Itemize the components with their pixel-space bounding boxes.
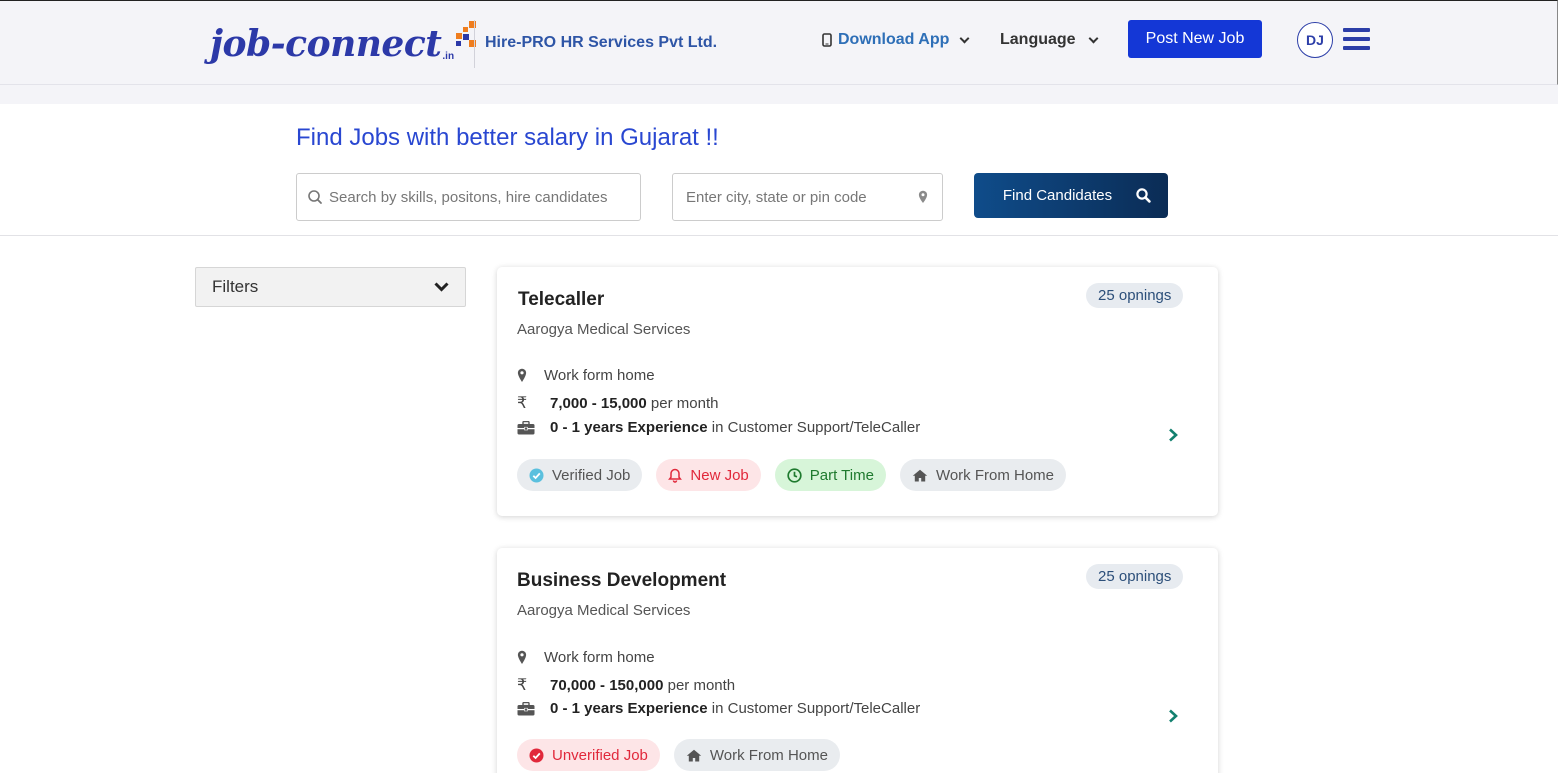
map-pin-icon xyxy=(517,368,544,383)
find-candidates-button[interactable]: Find Candidates xyxy=(974,173,1168,218)
openings-badge: 25 opnings xyxy=(1086,564,1184,589)
salary-range: 7,000 - 15,000 xyxy=(550,394,647,412)
filters-toggle[interactable]: Filters xyxy=(195,267,466,307)
filters-label: Filters xyxy=(212,277,259,296)
tag-label: Unverified Job xyxy=(552,746,648,764)
experience-category: in Customer Support/TeleCaller xyxy=(711,419,921,436)
verified-job-tag: Verified Job xyxy=(517,459,643,491)
salary-period: per month xyxy=(650,394,719,412)
search-icon xyxy=(308,190,322,204)
job-experience-row: 0 - 1 years Experience in Customer Suppo… xyxy=(517,419,920,436)
tag-label: Part Time xyxy=(809,466,874,484)
mobile-phone-icon xyxy=(822,33,832,47)
search-section: Find Jobs with better salary in Gujarat … xyxy=(0,104,1558,236)
home-icon xyxy=(686,749,702,761)
clock-icon xyxy=(787,467,802,483)
logo-text: job-connect xyxy=(210,23,442,65)
tag-label: New Job xyxy=(690,466,749,484)
job-location-row: Work form home xyxy=(517,367,655,384)
keyword-search-box[interactable] xyxy=(296,173,641,221)
chevron-down-icon xyxy=(434,282,449,292)
hamburger-menu-icon[interactable] xyxy=(1343,28,1370,50)
site-logo[interactable]: job-connect .in xyxy=(210,21,477,71)
job-experience-row: 0 - 1 years Experience in Customer Suppo… xyxy=(517,700,920,717)
new-job-tag: New Job xyxy=(656,459,761,491)
tag-label: Work From Home xyxy=(709,746,828,764)
job-location: Work form home xyxy=(544,649,655,666)
rupee-icon: ₹ xyxy=(517,395,528,412)
job-tags: Verified Job New Job Part Time Work From… xyxy=(517,459,1067,491)
location-search-box[interactable] xyxy=(672,173,943,221)
language-dropdown[interactable]: Language xyxy=(1000,31,1099,49)
header-spacer xyxy=(0,85,1558,104)
post-new-job-button[interactable]: Post New Job xyxy=(1128,20,1262,58)
bell-icon xyxy=(668,468,683,483)
job-company: Aarogya Medical Services xyxy=(517,321,691,338)
job-tags: Unverified Job Work From Home xyxy=(517,739,840,771)
x-circle-icon xyxy=(529,748,544,762)
experience-category: in Customer Support/TeleCaller xyxy=(711,700,921,717)
find-candidates-label: Find Candidates xyxy=(1002,187,1113,204)
briefcase-icon xyxy=(517,420,550,435)
experience: 0 - 1 years Experience xyxy=(550,700,708,717)
job-salary-row: ₹ 7,000 - 15,000 per month xyxy=(517,393,718,413)
logo-suffix: .in xyxy=(442,51,455,62)
work-from-home-tag: Work From Home xyxy=(899,459,1067,491)
chevron-right-icon[interactable] xyxy=(1167,709,1179,723)
tag-label: Work From Home xyxy=(935,466,1055,484)
openings-badge: 25 opnings xyxy=(1086,283,1184,308)
job-card[interactable]: Business Development Aarogya Medical Ser… xyxy=(497,548,1218,773)
top-navbar: job-connect .in Hire-PRO HR Services Pvt… xyxy=(0,0,1558,85)
job-title[interactable]: Telecaller xyxy=(518,289,604,311)
page-headline: Find Jobs with better salary in Gujarat … xyxy=(296,124,719,151)
part-time-tag: Part Time xyxy=(774,459,886,491)
experience: 0 - 1 years Experience xyxy=(550,419,708,436)
search-icon xyxy=(1136,188,1151,203)
work-from-home-tag: Work From Home xyxy=(673,739,840,771)
header-divider xyxy=(474,20,475,68)
download-app-dropdown[interactable]: Download App xyxy=(822,31,970,49)
download-app-label: Download App xyxy=(838,31,950,48)
job-location: Work form home xyxy=(544,367,655,384)
tag-label: Verified Job xyxy=(552,466,631,484)
job-location-row: Work form home xyxy=(517,649,655,666)
chevron-down-icon xyxy=(1088,33,1099,43)
user-avatar[interactable]: DJ xyxy=(1297,22,1333,58)
home-icon xyxy=(912,469,928,481)
job-salary-row: ₹ 70,000 - 150,000 per month xyxy=(517,675,735,695)
location-input[interactable] xyxy=(686,188,918,206)
keyword-search-input[interactable] xyxy=(329,188,640,206)
unverified-job-tag: Unverified Job xyxy=(517,739,660,771)
salary-period: per month xyxy=(667,676,736,694)
company-name: Hire-PRO HR Services Pvt Ltd. xyxy=(485,34,718,51)
chevron-down-icon xyxy=(959,33,970,43)
job-title[interactable]: Business Development xyxy=(517,570,726,592)
salary-range: 70,000 - 150,000 xyxy=(550,676,664,694)
map-pin-icon xyxy=(517,650,544,665)
map-pin-icon xyxy=(918,190,928,203)
language-label: Language xyxy=(1000,31,1076,48)
job-card[interactable]: Telecaller Aarogya Medical Services 25 o… xyxy=(497,267,1218,516)
chevron-right-icon[interactable] xyxy=(1167,428,1179,442)
job-company: Aarogya Medical Services xyxy=(517,602,691,619)
check-circle-icon xyxy=(529,468,544,482)
rupee-icon: ₹ xyxy=(517,677,528,694)
briefcase-icon xyxy=(517,701,550,716)
